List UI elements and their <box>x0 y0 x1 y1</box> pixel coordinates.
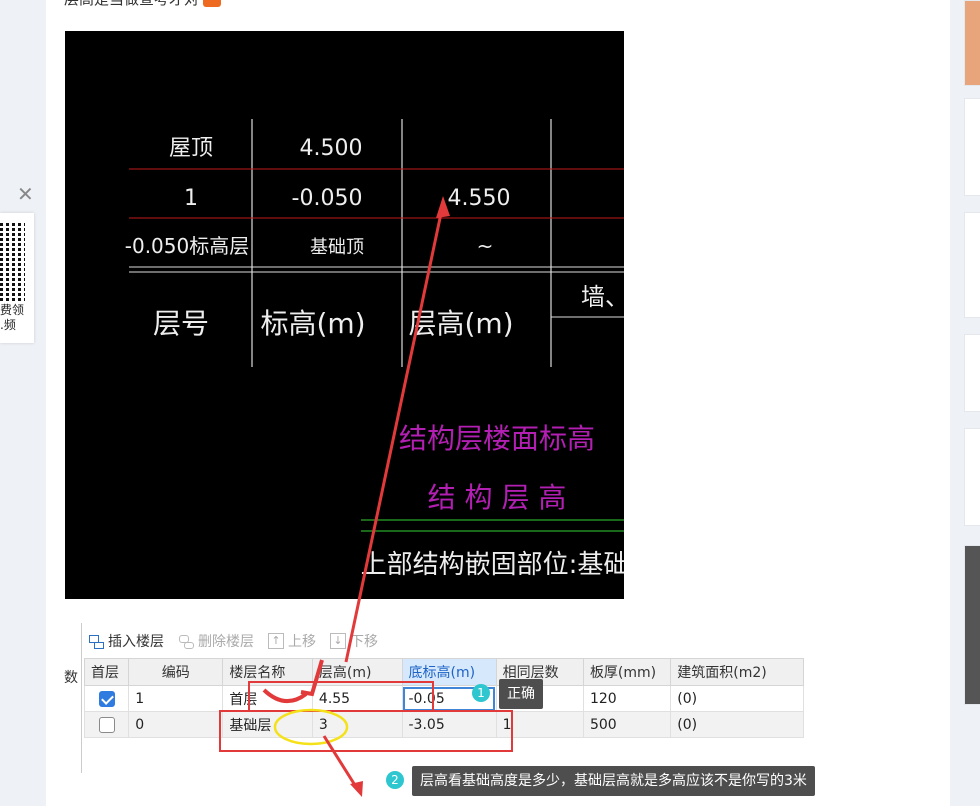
first-floor-cell[interactable] <box>83 711 130 738</box>
qr-caption: 费领 .频 <box>0 303 25 332</box>
qr-card[interactable]: 费领 .频 <box>0 213 34 343</box>
side-card[interactable] <box>964 334 980 412</box>
cad-header-wall: 墙、柱 <box>581 283 624 311</box>
arrow-down-icon: ↓ <box>330 633 346 649</box>
emoji-icon <box>203 0 222 7</box>
floor-toolbar: 插入楼层 删除楼层 ↑ 上移 ↓ 下移 <box>88 629 392 653</box>
slab-thickness-cell[interactable]: 120 <box>582 685 672 712</box>
right-sidebar <box>950 0 980 806</box>
side-thumbnail[interactable] <box>964 545 980 705</box>
cad-legend-embed: 上部结构嵌固部位:基础 <box>361 550 624 580</box>
height-cell[interactable]: 4.55 <box>311 685 403 712</box>
cad-row-elev: -0.050 <box>292 186 363 211</box>
side-tab[interactable]: 数 <box>64 667 78 687</box>
cad-row-height: 4.550 <box>448 186 511 211</box>
slab-thickness-cell[interactable]: 500 <box>582 711 672 738</box>
table-row[interactable]: 0 基础层 3 -3.05 1 500 (0) <box>83 711 804 738</box>
qr-code-icon <box>0 221 25 301</box>
post-title: 层高是当做查考才对 <box>64 0 222 9</box>
cad-row-elev: 基础顶 <box>310 237 364 258</box>
cad-row-height: ~ <box>477 234 494 258</box>
col-height[interactable]: 层高(m) <box>311 658 403 686</box>
area-cell[interactable]: (0) <box>670 711 804 738</box>
left-gutter: ✕ 费领 .频 <box>0 0 46 806</box>
cad-drawing-image: 屋顶 4.500 1 -0.050 4.550 -0.050标高层 基础顶 ~ … <box>65 31 624 599</box>
avatar[interactable] <box>964 0 980 86</box>
area-cell[interactable]: (0) <box>670 685 804 712</box>
floor-settings-panel: 插入楼层 删除楼层 ↑ 上移 ↓ 下移 数 首层 编码 楼层名称 层高(m) 底… <box>64 623 804 773</box>
cad-header-height: 层高(m) <box>408 307 513 340</box>
callout-1: 正确 <box>499 679 543 709</box>
delete-floor-button[interactable]: 删除楼层 <box>178 631 254 651</box>
side-card[interactable] <box>964 428 980 526</box>
floor-table: 首层 编码 楼层名称 层高(m) 底标高(m) 相同层数 板厚(mm) 建筑面积… <box>83 658 804 738</box>
col-area[interactable]: 建筑面积(m2) <box>670 658 804 686</box>
close-icon[interactable]: ✕ <box>17 184 34 204</box>
callout-2: 层高看基础高度是多少，基础层高就是多高应该不是你写的3米 <box>412 766 815 796</box>
cad-row-floor: 1 <box>184 186 198 211</box>
callout-2-badge: 2 <box>386 771 404 789</box>
cad-row-floor: -0.050标高层 <box>125 234 249 258</box>
move-down-button[interactable]: ↓ 下移 <box>330 631 378 651</box>
code-cell[interactable]: 0 <box>128 711 224 738</box>
code-cell[interactable]: 1 <box>128 685 224 712</box>
first-floor-checkbox[interactable] <box>98 690 115 707</box>
same-count-cell[interactable]: 1 <box>495 711 584 738</box>
first-floor-cell[interactable] <box>83 685 130 712</box>
cad-legend-floor-elevation: 结构层楼面标高 <box>399 422 595 455</box>
height-cell[interactable]: 3 <box>311 711 403 738</box>
name-cell[interactable]: 首层 <box>222 685 313 712</box>
arrow-up-icon: ↑ <box>268 633 284 649</box>
side-card[interactable] <box>964 212 980 318</box>
table-row[interactable]: 1 首层 4.55 -0.05 1 120 (0) <box>83 685 804 712</box>
col-bottom-elev[interactable]: 底标高(m) <box>401 658 497 686</box>
insert-floor-icon <box>88 633 104 649</box>
cad-header-floor: 层号 <box>153 307 209 340</box>
cad-row-elev: 4.500 <box>300 136 363 161</box>
insert-floor-button[interactable]: 插入楼层 <box>88 631 164 651</box>
cad-row-floor: 屋顶 <box>169 136 213 161</box>
first-floor-checkbox[interactable] <box>98 716 115 733</box>
col-first[interactable]: 首层 <box>83 658 130 686</box>
col-slab-thickness[interactable]: 板厚(mm) <box>582 658 672 686</box>
side-card[interactable] <box>964 98 980 196</box>
move-up-button[interactable]: ↑ 上移 <box>268 631 316 651</box>
bottom-elev-cell[interactable]: -3.05 <box>401 711 497 738</box>
name-cell[interactable]: 基础层 <box>222 711 313 738</box>
col-name[interactable]: 楼层名称 <box>222 658 313 686</box>
delete-floor-icon <box>178 633 194 649</box>
col-code[interactable]: 编码 <box>128 658 224 686</box>
callout-1-badge: 1 <box>472 684 490 702</box>
panel-left-border <box>74 623 82 773</box>
cad-legend-storey-height: 结 构 层 高 <box>428 481 567 514</box>
cad-header-elev: 标高(m) <box>260 307 365 340</box>
